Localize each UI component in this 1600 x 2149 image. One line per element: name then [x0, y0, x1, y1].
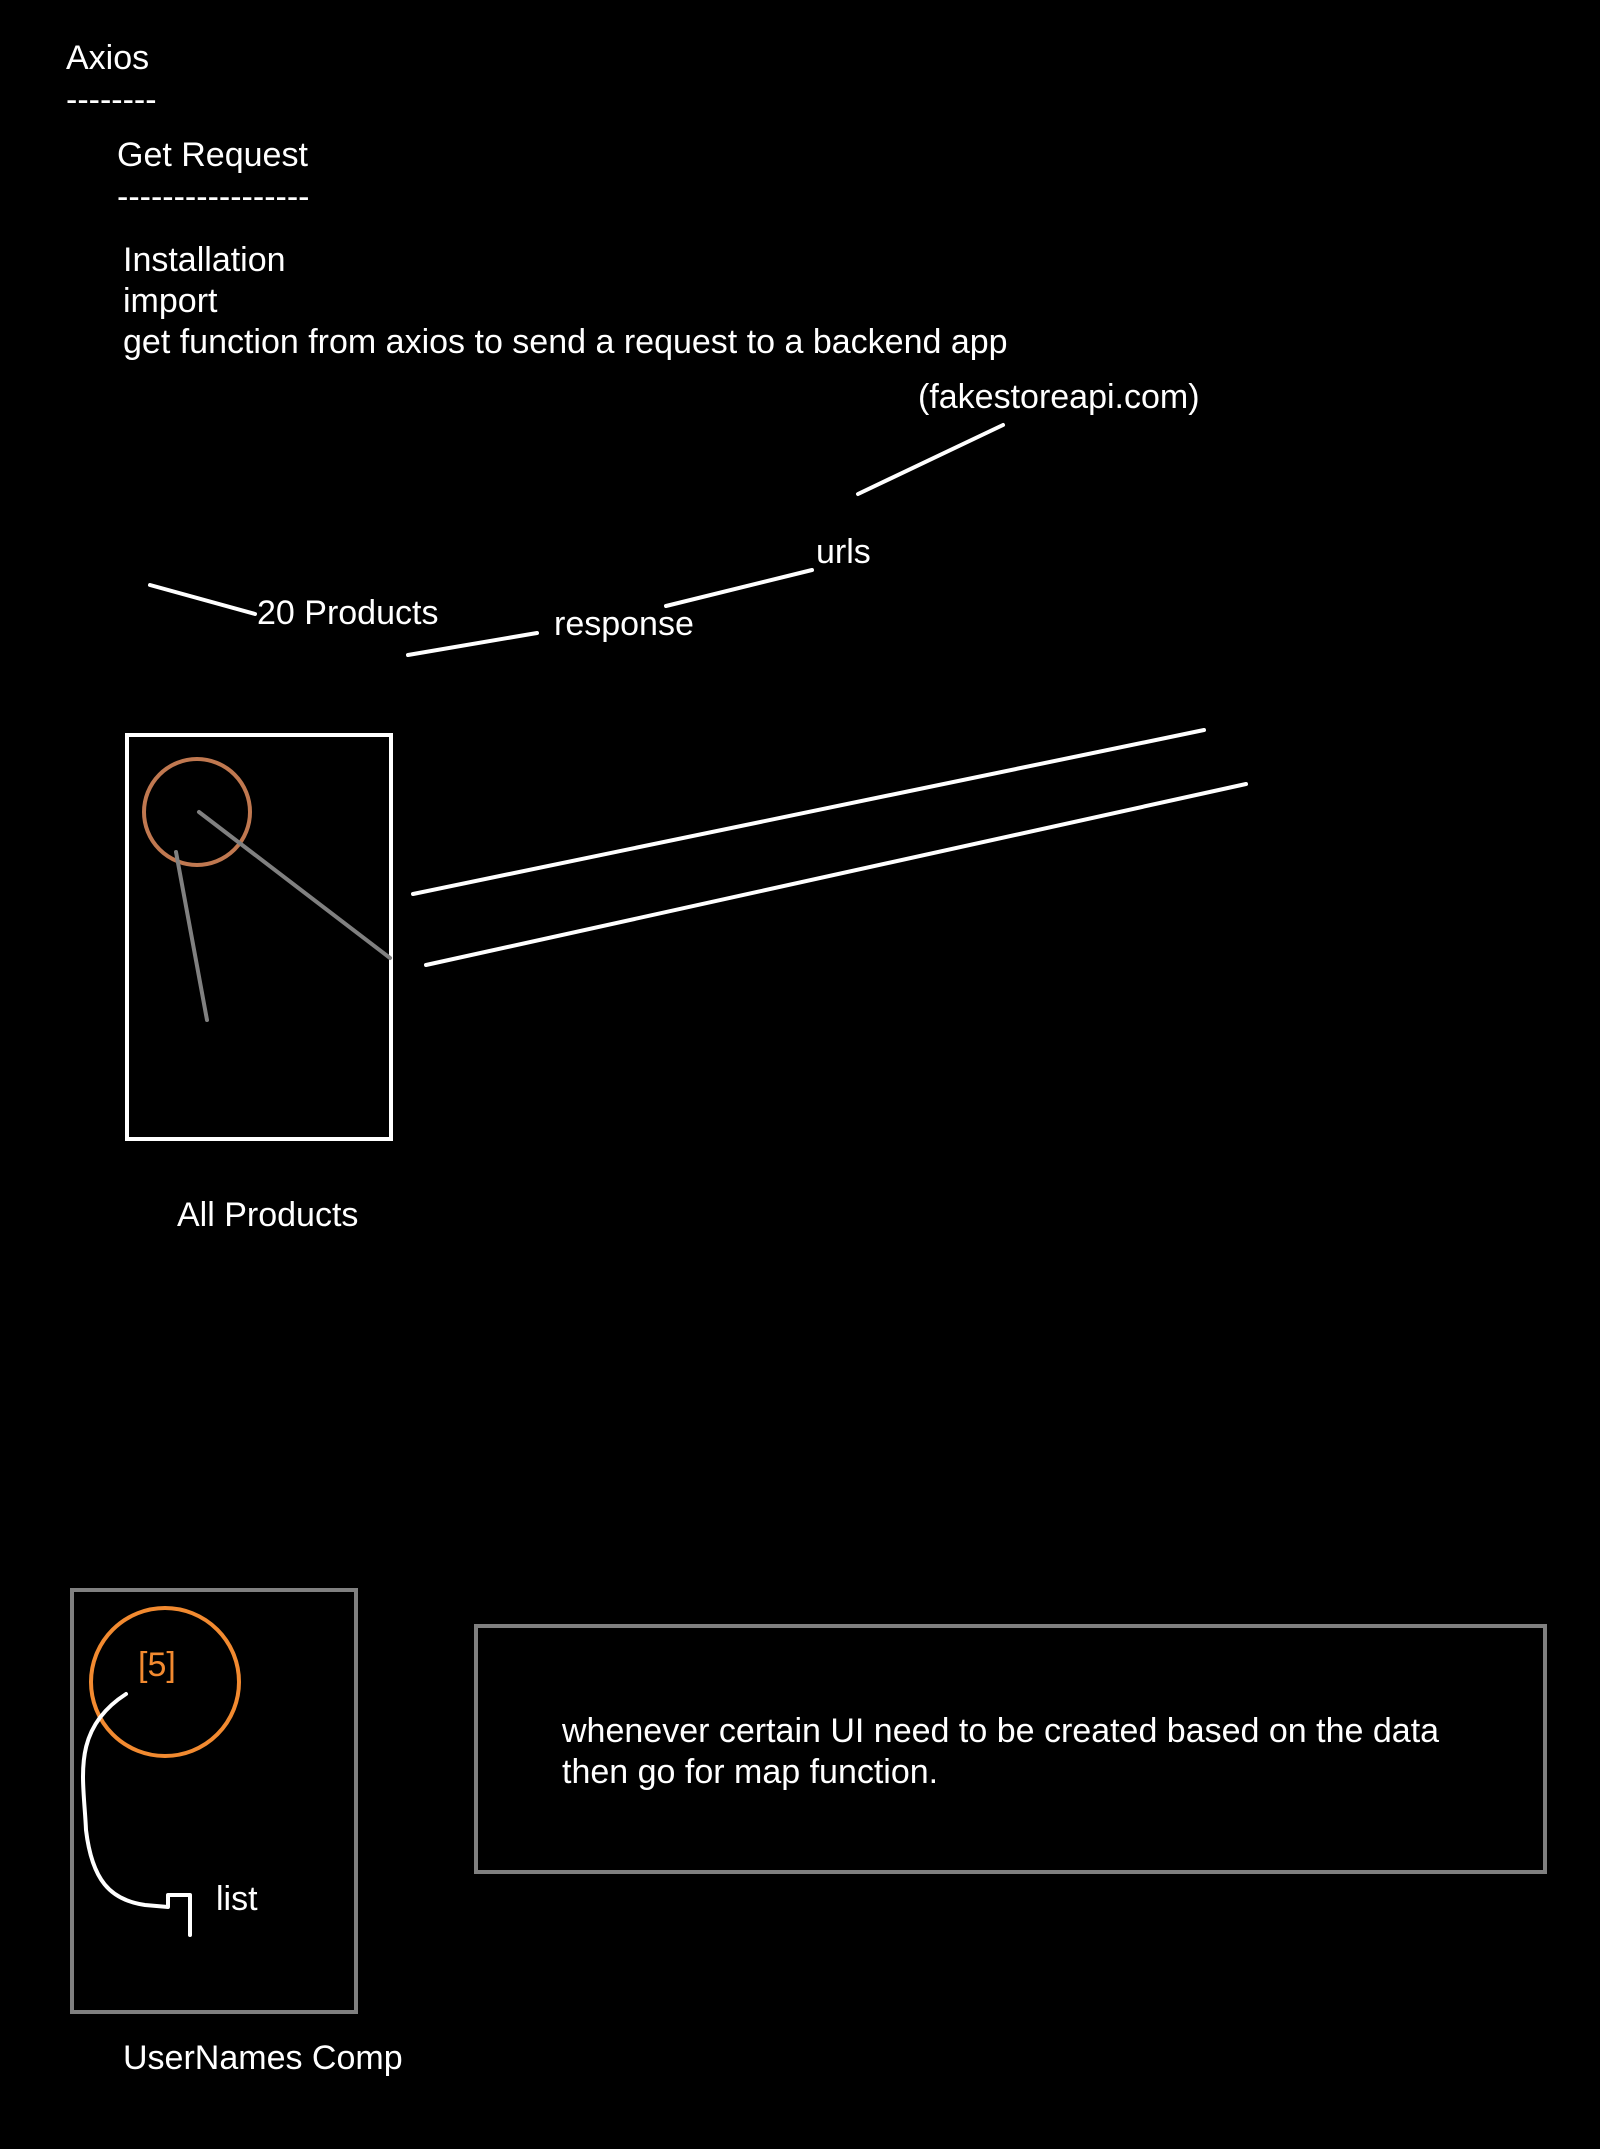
callout-line-1: whenever certain UI need to be created b…	[562, 1712, 1440, 1750]
urls-label: urls	[816, 533, 871, 571]
callout-line-2: then go for map function.	[562, 1753, 939, 1791]
transfer-line-lower	[424, 782, 1248, 967]
step-import: import	[123, 282, 218, 320]
urls-connector-stroke	[664, 568, 814, 608]
all-products-caption: All Products	[177, 1196, 359, 1234]
all-products-gray-stroke-b	[174, 850, 209, 1022]
usernames-box	[70, 1588, 358, 2014]
subtitle: Get Request	[117, 136, 308, 174]
usernames-hook-stroke	[81, 1692, 192, 1937]
backend-label: (fakestoreapi.com)	[918, 378, 1200, 416]
title-underline: --------	[66, 81, 157, 119]
list-label: list	[216, 1880, 258, 1918]
transfer-line-upper	[411, 728, 1206, 896]
products-connector-stroke	[148, 583, 257, 616]
subtitle-underline: -----------------	[117, 178, 310, 216]
title: Axios	[66, 39, 150, 77]
response-connector-stroke	[406, 631, 539, 657]
all-products-gray-stroke-a	[197, 810, 392, 960]
products-label: 20 Products	[257, 594, 439, 632]
usernames-caption: UserNames Comp	[123, 2039, 403, 2077]
backend-connector-stroke	[856, 423, 1005, 496]
response-label: response	[554, 605, 694, 643]
step-get-function: get function from axios to send a reques…	[123, 323, 1008, 361]
all-products-box	[125, 733, 393, 1141]
step-installation: Installation	[123, 241, 286, 279]
array-label: [5]	[138, 1646, 176, 1684]
